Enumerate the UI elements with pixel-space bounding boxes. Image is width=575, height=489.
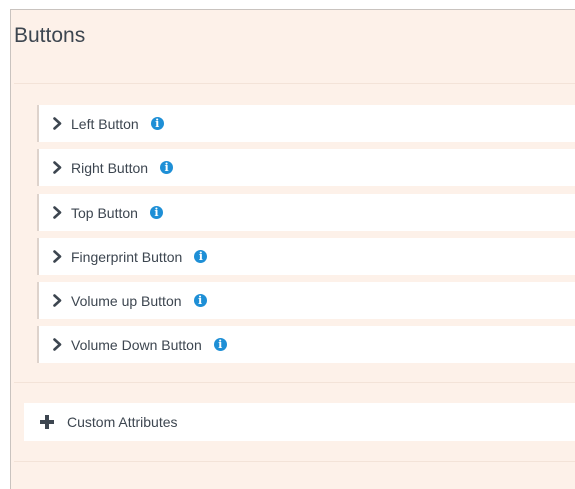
accordion-item-label: Left Button xyxy=(71,115,139,132)
accordion-item-label: Right Button xyxy=(71,159,149,176)
divider xyxy=(14,461,575,462)
accordion-item-right-button[interactable]: Right Button i xyxy=(37,149,575,186)
accordion-item-label: Volume Down Button xyxy=(71,336,202,353)
info-icon[interactable]: i xyxy=(194,250,208,263)
info-icon[interactable]: i xyxy=(160,161,174,174)
accordion-item-volume-up-button[interactable]: Volume up Button i xyxy=(37,282,575,319)
accordion-item-top-button[interactable]: Top Button i xyxy=(37,194,575,231)
chevron-right-icon xyxy=(51,338,63,352)
accordion-item-label: Fingerprint Button xyxy=(71,248,183,265)
accordion-item-left-button[interactable]: Left Button i xyxy=(37,105,575,142)
panel-title: Buttons xyxy=(14,24,86,47)
chevron-right-icon xyxy=(51,117,63,131)
accordion-item-label: Top Button xyxy=(71,204,138,221)
custom-attributes-toggle[interactable]: Custom Attributes xyxy=(24,403,575,441)
info-icon[interactable]: i xyxy=(150,117,164,130)
info-icon[interactable]: i xyxy=(193,294,207,307)
chevron-right-icon xyxy=(51,294,63,308)
divider xyxy=(14,83,575,84)
chevron-right-icon xyxy=(51,250,63,264)
accordion-item-volume-down-button[interactable]: Volume Down Button i xyxy=(37,326,575,363)
accordion-item-label: Volume up Button xyxy=(71,292,182,309)
divider xyxy=(14,382,575,383)
accordion-item-fingerprint-button[interactable]: Fingerprint Button i xyxy=(37,238,575,275)
custom-attributes-label: Custom Attributes xyxy=(67,414,178,430)
info-icon[interactable]: i xyxy=(149,206,163,219)
chevron-right-icon xyxy=(51,161,63,175)
info-icon[interactable]: i xyxy=(213,338,227,351)
plus-icon xyxy=(40,415,54,429)
chevron-right-icon xyxy=(51,206,63,220)
